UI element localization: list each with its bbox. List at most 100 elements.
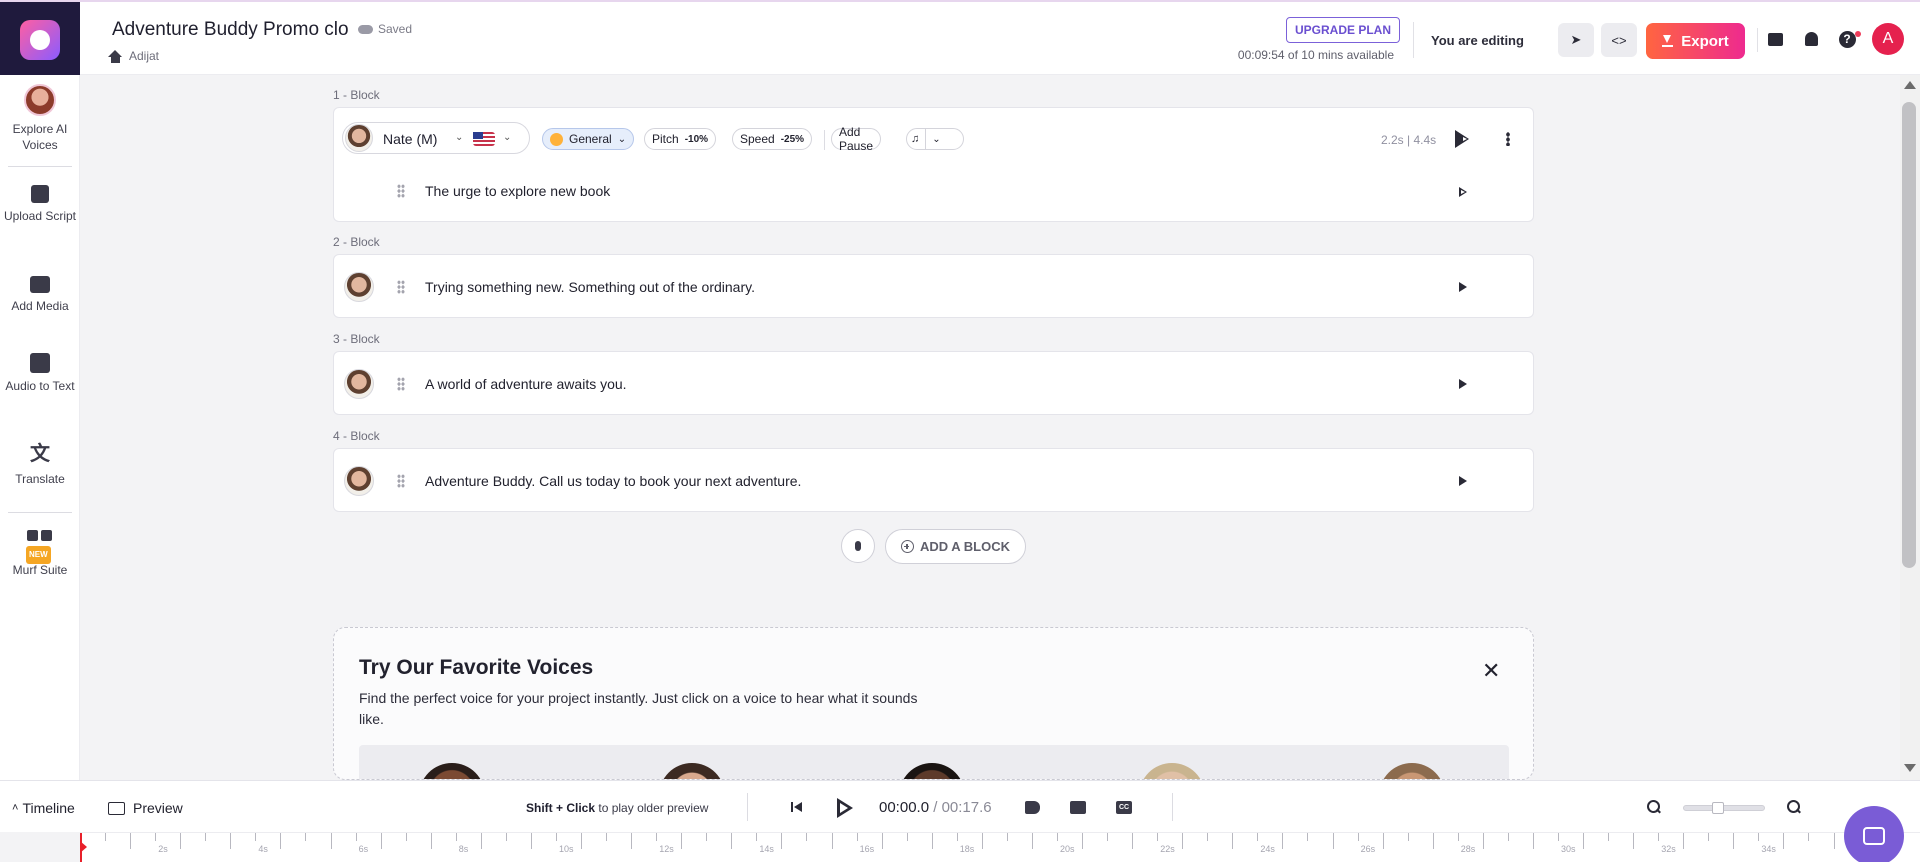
- record-voice-button[interactable]: [841, 529, 875, 563]
- ruler-tick: [1182, 833, 1184, 849]
- chevron-down-icon[interactable]: ⌄: [455, 132, 463, 143]
- play-block-button[interactable]: [1459, 476, 1467, 486]
- script-block-3[interactable]: A world of adventure awaits you.: [333, 351, 1534, 415]
- sidebar-item-translate[interactable]: 文 Translate: [0, 442, 80, 487]
- voice-avatar[interactable]: [1139, 763, 1205, 779]
- captions-icon[interactable]: CC: [1116, 801, 1132, 814]
- voice-avatar[interactable]: [659, 763, 725, 779]
- export-button[interactable]: Export: [1646, 23, 1745, 59]
- breadcrumb-workspace[interactable]: Adijat: [129, 49, 159, 63]
- scroll-up-arrow[interactable]: [1904, 81, 1916, 89]
- block-text[interactable]: Trying something new. Something out of t…: [425, 279, 755, 295]
- playhead[interactable]: [80, 833, 87, 862]
- scrollbar-thumb[interactable]: [1902, 102, 1916, 568]
- play-icon[interactable]: [837, 798, 853, 818]
- script-block-4[interactable]: Adventure Buddy. Call us today to book y…: [333, 448, 1534, 512]
- speed-control[interactable]: Speed -25%: [732, 128, 813, 150]
- ruler-label: 20s: [1060, 844, 1075, 854]
- sidebar-item-explore-voices[interactable]: Explore AI Voices: [0, 84, 80, 153]
- divider: [747, 793, 748, 821]
- play-block-button[interactable]: [1455, 130, 1469, 148]
- voice-avatar[interactable]: [899, 763, 965, 779]
- play-block-button[interactable]: [1459, 379, 1467, 389]
- sidebar-item-murf-suite[interactable]: NEW Murf Suite: [0, 530, 80, 578]
- voice-avatar[interactable]: [419, 763, 485, 779]
- ruler-label: 12s: [659, 844, 674, 854]
- preview-button[interactable]: Preview: [108, 800, 183, 816]
- ruler-label: 10s: [559, 844, 574, 854]
- add-pause-button[interactable]: Add Pause: [831, 125, 882, 153]
- drag-handle-icon[interactable]: [397, 474, 405, 488]
- bell-icon: [1804, 32, 1818, 46]
- left-sidebar: Explore AI Voices Upload Script Add Medi…: [0, 75, 80, 780]
- project-title[interactable]: Adventure Buddy Promo clo: [112, 19, 348, 41]
- block-text[interactable]: A world of adventure awaits you.: [425, 376, 627, 392]
- breadcrumb[interactable]: Adijat: [108, 49, 159, 63]
- skip-back-icon[interactable]: [791, 801, 803, 813]
- timeline-toggle[interactable]: ˄ Timeline: [12, 800, 75, 816]
- mic-icon: [855, 541, 861, 551]
- add-block-button[interactable]: ADD A BLOCK: [885, 529, 1026, 564]
- timeline-ruler[interactable]: 2s 4s 6s 8s 10s 12s 14s 16s 18s 20s 22s 24s 26s 28s 30…: [80, 832, 1920, 862]
- voice-avatar[interactable]: [1379, 763, 1445, 779]
- voice-avatar[interactable]: [344, 369, 374, 399]
- zoom-in-icon[interactable]: [1787, 800, 1801, 814]
- scroll-down-arrow[interactable]: [1904, 764, 1916, 772]
- style-selector[interactable]: General ⌄: [542, 128, 635, 150]
- block-label: 4 - Block: [333, 429, 380, 443]
- pitch-control[interactable]: Pitch -10%: [644, 128, 717, 150]
- effects-button[interactable]: ♫ ⌄: [906, 128, 964, 150]
- sidebar-item-add-media[interactable]: Add Media: [0, 276, 80, 314]
- script-block-2[interactable]: Trying something new. Something out of t…: [333, 254, 1534, 318]
- drag-handle-icon[interactable]: [397, 377, 405, 391]
- zoom-slider-thumb[interactable]: [1712, 802, 1724, 814]
- zoom-out-icon[interactable]: [1647, 800, 1661, 814]
- ruler-tick: [1557, 833, 1559, 841]
- sidebar-item-upload-script[interactable]: Upload Script: [0, 185, 80, 224]
- total-time: 00:17.6: [941, 799, 992, 816]
- add-media-icon: [30, 276, 50, 293]
- volume-icon[interactable]: [1025, 801, 1040, 814]
- drag-handle-icon[interactable]: [397, 280, 405, 294]
- play-block-button[interactable]: [1459, 282, 1467, 292]
- ruler-label: 4s: [258, 844, 268, 854]
- editing-status: You are editing: [1431, 33, 1524, 48]
- block-text[interactable]: Adventure Buddy. Call us today to book y…: [425, 473, 801, 489]
- ruler-tick: [230, 833, 232, 849]
- zoom-slider[interactable]: [1683, 802, 1765, 814]
- upgrade-plan-button[interactable]: UPGRADE PLAN: [1286, 17, 1401, 43]
- murf-logo[interactable]: [0, 2, 80, 77]
- block-text[interactable]: The urge to explore new book: [425, 183, 610, 199]
- drag-handle-icon[interactable]: [397, 184, 405, 198]
- ruler-tick: [1407, 833, 1409, 841]
- favorite-voices-title: Try Our Favorite Voices: [359, 656, 594, 679]
- voice-avatar[interactable]: [344, 272, 374, 302]
- chevron-down-icon[interactable]: ⌄: [503, 132, 511, 143]
- us-flag-icon[interactable]: [473, 132, 495, 146]
- comments-button[interactable]: [1766, 30, 1784, 48]
- play-sentence-button[interactable]: [1459, 187, 1467, 197]
- ruler-tick: [1658, 833, 1660, 841]
- notifications-button[interactable]: [1802, 30, 1820, 48]
- voice-avatar[interactable]: [344, 466, 374, 496]
- close-icon[interactable]: ✕: [1482, 658, 1500, 684]
- sidebar-item-label: Explore AI Voices: [12, 122, 68, 152]
- ruler-tick: [1357, 833, 1359, 841]
- more-options-icon[interactable]: [1506, 132, 1510, 146]
- ruler-tick: [1382, 833, 1384, 849]
- ruler-tick: [1833, 833, 1835, 849]
- chat-support-button[interactable]: [1844, 806, 1904, 862]
- share-button[interactable]: ➤: [1558, 23, 1594, 57]
- embed-button[interactable]: <>: [1601, 23, 1637, 57]
- home-icon[interactable]: [108, 49, 123, 63]
- ruler-tick: [1082, 833, 1083, 849]
- script-block-1[interactable]: Nate (M) ⌄ ⌄ General ⌄ Pitch -10% Speed …: [333, 107, 1534, 222]
- video-icon[interactable]: [1070, 801, 1086, 814]
- divider: [1413, 22, 1414, 58]
- sidebar-item-audio-to-text[interactable]: Audio to Text: [0, 353, 80, 394]
- help-button[interactable]: ?: [1838, 30, 1856, 48]
- notification-dot: [1855, 31, 1861, 37]
- voice-selector[interactable]: Nate (M) ⌄ ⌄: [342, 122, 530, 154]
- ruler-tick: [831, 833, 833, 849]
- user-avatar[interactable]: A: [1872, 23, 1904, 55]
